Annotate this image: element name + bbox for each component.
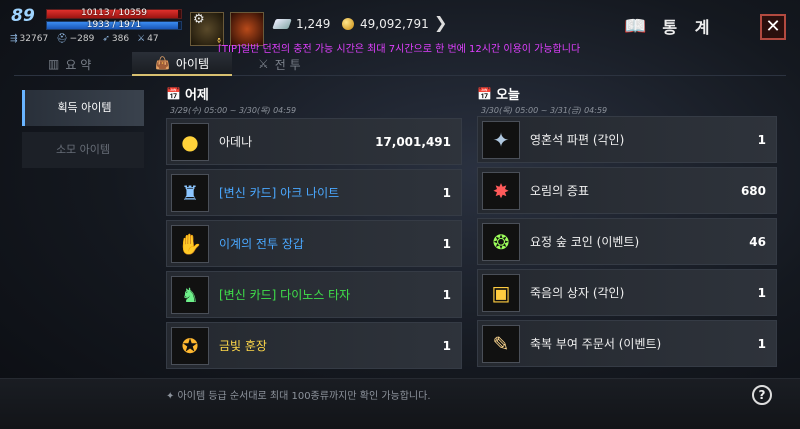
panel-title: 통 계 [662,18,716,37]
list-item[interactable]: ♜ [변신 카드] 아크 나이트 1 [166,169,462,216]
yesterday-header: 📅 어제 [166,84,462,104]
item-name: 축복 부여 주문서 (이벤트) [530,337,662,351]
stat-value: 47 [147,34,159,44]
yesterday-date-range: 3/29(수) 05:00 ~ 3/30(목) 04:59 [170,106,297,115]
column-title: 오늘 [495,88,520,103]
character-stats: ⇶ 32767 ⛑ −289 ➶ 386 ⚔ 47 [10,34,159,44]
treasure-chest-icon: ▣ [482,273,520,312]
speed-icon: ⇶ [10,34,18,44]
today-header: 📅 오늘 [477,84,777,104]
stat-attack: ⚔ 47 [137,34,159,44]
item-quantity: 1 [442,287,451,302]
yesterday-item-list[interactable]: ● 아데나 17,001,491 ♜ [변신 카드] 아크 나이트 1 ✋ 이계… [166,118,462,373]
today-date-range: 3/30(목) 05:00 ~ 3/31(금) 04:59 [481,106,608,115]
item-quantity: 1 [757,132,766,147]
orim-emblem-icon: ✸ [482,171,520,210]
calendar-icon: 📅 [477,86,492,101]
list-item[interactable]: ✦ 영혼석 파편 (각인) 1 [477,116,777,163]
adena-amount: 49,092,791 [360,17,429,31]
panel-header: 📖 통 계 [624,14,715,38]
stat-value: 386 [111,34,130,44]
tab-combat[interactable]: ⚔ 전 투 [258,52,301,76]
swords-icon: ⚔ [258,57,269,71]
item-quantity: 46 [749,234,766,249]
top-hud: 89 10113 / 10359 1933 / 1971 ⇶ 32767 ⛑ −28… [0,0,800,55]
sidebar-item-acquired[interactable]: 획득 아이템 [22,90,144,126]
list-item[interactable]: ● 아데나 17,001,491 [166,118,462,165]
polymorph-card-icon: ♜ [171,173,209,212]
fairy-coin-icon: ❂ [482,222,520,261]
currency-adena: 49,092,791 [342,14,429,34]
book-icon: 📖 [624,15,647,37]
item-quantity: 1 [757,336,766,351]
stat-value: 32767 [19,34,49,44]
calendar-icon: 📅 [166,86,181,101]
list-item[interactable]: ▣ 죽음의 상자 (각인) 1 [477,269,777,316]
character-level: 89 [11,6,35,26]
item-name: [변신 카드] 아크 나이트 [219,186,340,200]
tab-items[interactable]: 👜 아이템 [132,52,232,76]
stat-value: −289 [69,34,95,44]
diamond-icon [272,19,292,29]
sidebar-item-consumed[interactable]: 소모 아이템 [22,132,144,168]
gauntlet-icon: ✋ [171,224,209,263]
today-item-list[interactable]: ✦ 영혼석 파편 (각인) 1 ✸ 오림의 증표 680 ❂ 요정 숲 코인 (… [477,116,777,371]
item-name: 요정 숲 코인 (이벤트) [530,235,640,249]
list-item[interactable]: ♞ [변신 카드] 다이노스 타자 1 [166,271,462,318]
stat-speed: ⇶ 32767 [10,34,48,44]
hp-bar: 10113 / 10359 [46,8,182,19]
list-item[interactable]: ✪ 금빛 훈장 1 [166,322,462,369]
tab-summary[interactable]: ▥ 요 약 [48,52,91,76]
mp-bar: 1933 / 1971 [46,20,182,30]
gear-icon: ⚙ [193,12,205,27]
gem-amount: 1,249 [296,17,331,31]
item-quantity: 1 [442,185,451,200]
list-item[interactable]: ✋ 이계의 전투 장갑 1 [166,220,462,267]
chart-icon: ▥ [48,57,60,71]
polymorph-card-icon: ♞ [171,275,209,314]
item-name: 오림의 증표 [530,184,590,198]
helmet-icon: ⛑ [56,34,68,44]
list-item[interactable]: ✎ 축복 부여 주문서 (이벤트) 1 [477,320,777,367]
wing-icon: ➶ [102,34,110,44]
tab-label: 전 투 [274,57,301,72]
today-column: 📅 오늘 3/30(목) 05:00 ~ 3/31(금) 04:59 ✦ 영혼석… [477,84,777,367]
tab-label: 아이템 [175,56,210,71]
item-name: 죽음의 상자 (각인) [530,286,625,300]
item-name: 이계의 전투 장갑 [219,237,304,251]
adena-icon [342,18,354,30]
yesterday-column: 📅 어제 3/29(수) 05:00 ~ 3/30(목) 04:59 ● 아데나… [166,84,462,369]
item-quantity: 1 [442,236,451,251]
item-name: 금빛 훈장 [219,339,267,353]
item-name: 영혼석 파편 (각인) [530,133,625,147]
footer-bar: ✦ 아이템 등급 순서대로 최대 100종류까지만 확인 가능합니다. ? [0,378,800,429]
hp-text: 10113 / 10359 [80,8,147,18]
item-name: [변신 카드] 다이노스 타자 [219,288,351,302]
list-item[interactable]: ❂ 요정 숲 코인 (이벤트) 46 [477,218,777,265]
list-item[interactable]: ✸ 오림의 증표 680 [477,167,777,214]
item-quantity: 17,001,491 [375,134,451,149]
stat-evasion: ➶ 386 [102,34,129,44]
currency-gem: 1,249 [272,14,331,34]
sword-icon: ⚔ [137,34,146,44]
tab-bar: ▥ 요 약 👜 아이템 ⚔ 전 투 [14,52,786,76]
medal-icon: ✪ [171,326,209,365]
item-quantity: 1 [757,285,766,300]
item-quantity: 1 [442,338,451,353]
item-name: 아데나 [219,135,253,149]
scroll-icon: ✎ [482,324,520,363]
tab-label: 요 약 [65,57,92,72]
stat-defense: ⛑ −289 [56,34,94,44]
chevron-right-icon[interactable]: ❯ [434,13,447,32]
help-button[interactable]: ? [752,385,772,405]
adena-coins-icon: ● [171,122,209,161]
mp-text: 1933 / 1971 [86,20,142,30]
footer-note: ✦ 아이템 등급 순서대로 최대 100종류까지만 확인 가능합니다. [166,391,431,402]
close-button[interactable]: ✕ [760,14,786,40]
soulstone-shard-icon: ✦ [482,120,520,159]
item-quantity: 680 [740,183,766,198]
bag-icon: 👜 [154,56,170,70]
column-title: 어제 [184,88,209,103]
